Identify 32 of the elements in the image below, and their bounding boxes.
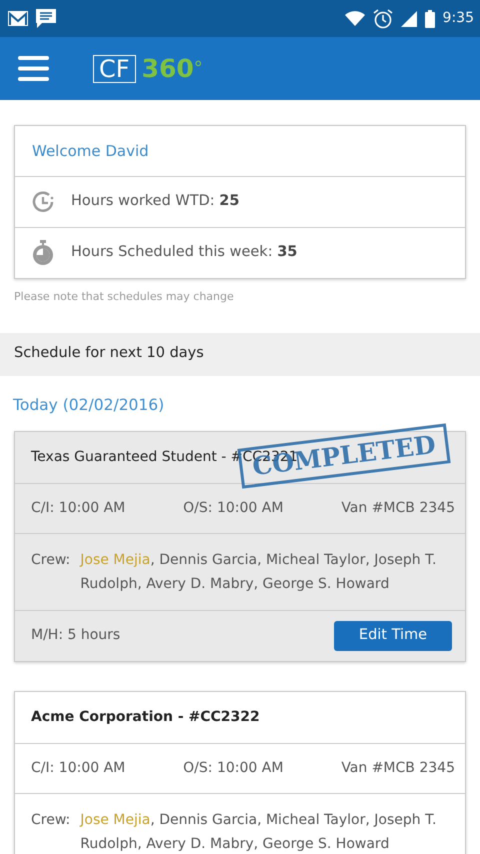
welcome-text: Welcome David xyxy=(32,140,149,162)
van-number: Van #MCB 2345 xyxy=(341,758,455,778)
check-in-time: C/I: 10:00 AM xyxy=(31,758,126,778)
signal-icon xyxy=(400,10,417,26)
van-number: Van #MCB 2345 xyxy=(341,498,455,518)
on-site-time: O/S: 10:00 AM xyxy=(183,498,284,518)
edit-time-button[interactable]: Edit Time xyxy=(334,620,452,651)
status-time: 9:35 xyxy=(442,9,474,28)
section-title: Schedule for next 10 days xyxy=(14,344,204,364)
wifi-icon xyxy=(344,11,365,26)
clock-icon xyxy=(31,190,55,214)
crew-label: Crew: xyxy=(31,810,70,830)
man-hours: M/H: 5 hours xyxy=(31,626,120,646)
logo-box: CF xyxy=(93,54,136,82)
check-in-time: C/I: 10:00 AM xyxy=(31,498,126,518)
job-title: Acme Corporation - #CC2322 xyxy=(31,708,260,727)
stopwatch-icon xyxy=(31,240,55,266)
crew-names: Jose Mejia, Dennis Garcia, Micheal Taylor, Joseph T. Rudolph, Avery D. Mabry, George S. Howard xyxy=(80,810,438,854)
stat-text: Hours Scheduled this week: 35 xyxy=(71,243,298,262)
stat-text: Hours worked WTD: 25 xyxy=(71,192,240,212)
degree-mark: ° xyxy=(194,60,203,78)
battery-icon xyxy=(424,10,435,28)
mail-icon xyxy=(8,11,28,26)
crew-label: Crew: xyxy=(31,550,70,570)
message-icon xyxy=(36,9,56,28)
alarm-icon xyxy=(372,8,393,28)
day-header: Today (02/02/2016) xyxy=(13,394,166,416)
note-text: Please note that schedules may change xyxy=(14,289,235,305)
menu-icon[interactable] xyxy=(18,56,49,81)
crew-names: Jose Mejia, Dennis Garcia, Micheal Taylor, Joseph T. Rudolph, Avery D. Mabry, George S. Howard xyxy=(80,550,438,594)
logo-text: 360 xyxy=(142,52,194,85)
on-site-time: O/S: 10:00 AM xyxy=(183,758,284,778)
